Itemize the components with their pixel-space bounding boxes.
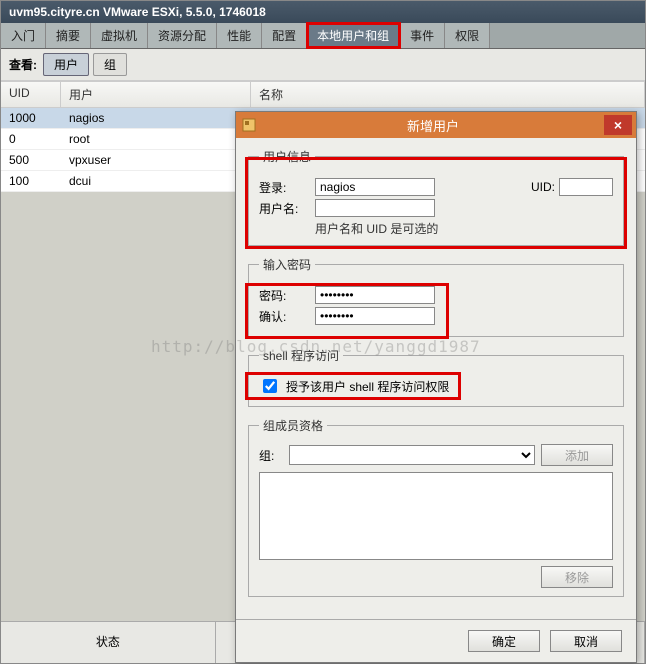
password-group: 输入密码 密码: 确认:: [248, 256, 624, 337]
tab-8[interactable]: 权限: [445, 23, 490, 48]
tab-2[interactable]: 虚拟机: [91, 23, 148, 48]
dialog-titlebar[interactable]: 新增用户 ×: [236, 112, 636, 138]
user-info-group: 用户信息 登录: UID: 用户名: 用户名和 UID 是可选的: [248, 148, 624, 246]
col-header-user[interactable]: 用户: [61, 82, 251, 107]
group-label: 组:: [259, 447, 283, 464]
group-select[interactable]: [289, 445, 535, 465]
group-membership: 组成员资格 组: 添加 移除: [248, 417, 624, 597]
cell-user: nagios: [61, 108, 251, 128]
username-label: 用户名:: [259, 200, 311, 217]
cell-uid: 500: [1, 150, 61, 170]
uid-input[interactable]: [559, 178, 613, 196]
app-icon: [240, 116, 258, 134]
tab-4[interactable]: 性能: [217, 23, 262, 48]
username-input[interactable]: [315, 199, 435, 217]
confirm-input[interactable]: [315, 307, 435, 325]
group-listbox[interactable]: [259, 472, 613, 560]
col-header-name[interactable]: 名称: [251, 82, 645, 107]
status-cell: 状态: [1, 622, 216, 663]
add-group-button[interactable]: 添加: [541, 444, 613, 466]
tab-1[interactable]: 摘要: [46, 23, 91, 48]
cell-user: root: [61, 129, 251, 149]
tab-bar: 入门摘要虚拟机资源分配性能配置本地用户和组事件权限: [1, 23, 645, 49]
remove-group-button[interactable]: 移除: [541, 566, 613, 588]
close-icon[interactable]: ×: [604, 115, 632, 135]
shell-group: shell 程序访问 授予该用户 shell 程序访问权限: [248, 347, 624, 407]
cell-uid: 1000: [1, 108, 61, 128]
password-legend: 输入密码: [259, 256, 315, 273]
tab-0[interactable]: 入门: [1, 23, 46, 48]
dialog-title: 新增用户: [262, 116, 604, 135]
toolbar: 查看: 用户组: [1, 49, 645, 81]
dialog-footer: 确定 取消: [236, 619, 636, 662]
password-label: 密码:: [259, 287, 311, 304]
cancel-button[interactable]: 取消: [550, 630, 622, 652]
shell-access-label: 授予该用户 shell 程序访问权限: [286, 378, 449, 395]
login-input[interactable]: [315, 178, 435, 196]
shell-legend: shell 程序访问: [259, 347, 343, 364]
tab-7[interactable]: 事件: [400, 23, 445, 48]
tab-6[interactable]: 本地用户和组: [307, 23, 400, 48]
ok-button[interactable]: 确定: [468, 630, 540, 652]
user-info-legend: 用户信息: [259, 148, 315, 165]
col-header-uid[interactable]: UID: [1, 82, 61, 107]
user-info-hint: 用户名和 UID 是可选的: [315, 220, 613, 237]
cell-uid: 0: [1, 129, 61, 149]
cell-user: dcui: [61, 171, 251, 191]
shell-access-checkbox[interactable]: [263, 379, 277, 393]
view-label: 查看:: [9, 56, 37, 73]
view-pill-1[interactable]: 组: [93, 53, 127, 76]
login-label: 登录:: [259, 179, 311, 196]
confirm-label: 确认:: [259, 308, 311, 325]
add-user-dialog: 新增用户 × 用户信息 登录: UID: 用户名: 用户名和 UID 是可选的: [235, 111, 637, 663]
cell-user: vpxuser: [61, 150, 251, 170]
view-pill-0[interactable]: 用户: [43, 53, 89, 76]
table-header: UID 用户 名称: [1, 82, 645, 108]
window-title: uvm95.cityre.cn VMware ESXi, 5.5.0, 1746…: [1, 1, 645, 23]
uid-label: UID:: [521, 180, 555, 194]
cell-uid: 100: [1, 171, 61, 191]
password-input[interactable]: [315, 286, 435, 304]
tab-5[interactable]: 配置: [262, 23, 307, 48]
tab-3[interactable]: 资源分配: [148, 23, 217, 48]
group-legend: 组成员资格: [259, 417, 327, 434]
